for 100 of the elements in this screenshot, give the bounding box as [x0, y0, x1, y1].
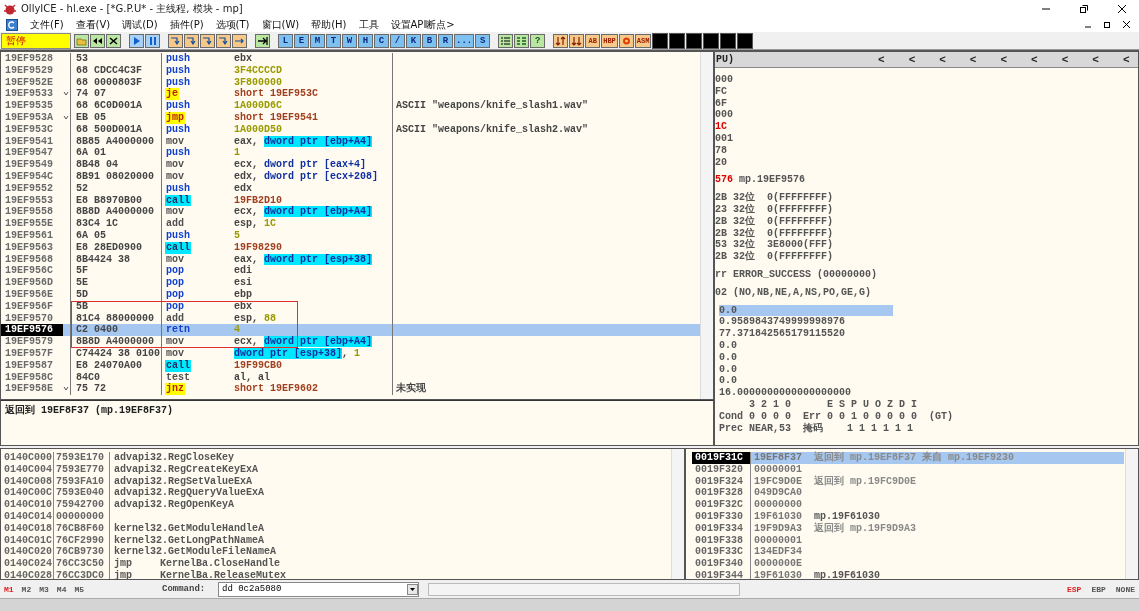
- address-cell[interactable]: 19EF9552: [1, 182, 63, 195]
- register-line[interactable]: Cond 0 0 0 0 Err 0 0 1 0 0 0 0 0 (GT): [719, 410, 958, 423]
- address-cell[interactable]: 19EF956C: [1, 265, 63, 278]
- address-cell[interactable]: 0019F31C: [692, 452, 750, 464]
- view-button[interactable]: /: [390, 33, 405, 48]
- register-line[interactable]: 23 32位 0(FFFFFFFF): [715, 203, 838, 216]
- scroll-left-button[interactable]: <: [874, 53, 889, 66]
- rewind-icon[interactable]: [90, 33, 105, 48]
- menu-item[interactable]: 设置API断点>: [390, 17, 455, 32]
- address-cell[interactable]: 19EF9553: [1, 194, 63, 207]
- address-cell[interactable]: 0019F320: [692, 463, 750, 476]
- address-cell[interactable]: 19EF9541: [1, 135, 63, 148]
- address-cell[interactable]: 19EF9558: [1, 206, 63, 219]
- register-button[interactable]: EBP: [1089, 584, 1108, 594]
- register-line[interactable]: 0.0: [719, 339, 741, 352]
- address-cell[interactable]: 0019F33C: [692, 546, 750, 559]
- address-cell[interactable]: 0140C000: [1, 452, 53, 464]
- address-cell[interactable]: 0019F338: [692, 534, 750, 547]
- register-line[interactable]: 53 32位 3E8000(FFF): [715, 239, 838, 252]
- register-line[interactable]: 0.0: [719, 351, 741, 364]
- play-icon[interactable]: [129, 33, 144, 48]
- address-cell[interactable]: 19EF952E: [1, 76, 63, 89]
- address-cell[interactable]: 19EF954C: [1, 170, 63, 183]
- restore-icon[interactable]: [1079, 3, 1089, 14]
- view-button[interactable]: C: [374, 33, 389, 48]
- register-line[interactable]: 001: [715, 133, 737, 145]
- view-button[interactable]: K: [406, 33, 421, 48]
- view-button[interactable]: W: [342, 33, 357, 48]
- register-line[interactable]: 6F: [715, 97, 731, 110]
- address-cell[interactable]: 0019F328: [692, 487, 750, 500]
- view-button[interactable]: S: [475, 33, 491, 48]
- address-cell[interactable]: 0019F334: [692, 522, 750, 535]
- address-cell[interactable]: 19EF956E: [1, 288, 63, 301]
- close-icon[interactable]: [106, 33, 121, 48]
- address-cell[interactable]: 0140C028: [1, 569, 53, 579]
- step-arrow-icon[interactable]: [168, 33, 183, 48]
- register-line[interactable]: 1C: [715, 121, 731, 133]
- register-line[interactable]: 2B 32位 0(FFFFFFFF): [715, 227, 838, 240]
- register-line[interactable]: 000: [715, 109, 737, 122]
- view-button[interactable]: M: [310, 33, 325, 48]
- address-cell[interactable]: 19EF958C: [1, 371, 63, 384]
- address-cell[interactable]: 0019F340: [692, 558, 750, 570]
- register-line[interactable]: 78: [715, 144, 731, 157]
- view-button[interactable]: H: [358, 33, 373, 48]
- address-cell[interactable]: 0140C00C: [1, 487, 53, 500]
- address-cell[interactable]: 0019F344: [692, 569, 750, 579]
- register-line[interactable]: 2B 32位 0(FFFFFFFF): [715, 192, 838, 204]
- register-line[interactable]: FC: [715, 85, 731, 98]
- address-cell[interactable]: 0140C004: [1, 463, 53, 476]
- register-line[interactable]: 20: [715, 156, 731, 169]
- view-button[interactable]: T: [326, 33, 341, 48]
- restore-icon[interactable]: [1103, 20, 1112, 29]
- scroll-left-button[interactable]: <: [904, 53, 920, 66]
- menu-item[interactable]: 选项(T): [215, 17, 250, 32]
- address-cell[interactable]: 19EF9561: [1, 229, 63, 242]
- address-cell[interactable]: 19EF9535: [1, 100, 63, 112]
- address-cell[interactable]: 19EF9529: [1, 64, 63, 77]
- register-line[interactable]: 02 (NO,NB,NE,A,NS,PO,GE,G): [715, 286, 876, 299]
- close-icon[interactable]: [1117, 3, 1127, 14]
- memory-tab[interactable]: M5: [72, 584, 87, 594]
- scroll-left-button[interactable]: <: [1088, 53, 1103, 66]
- menu-item[interactable]: 窗口(W): [261, 17, 300, 32]
- register-line[interactable]: rr ERROR_SUCCESS (00000000): [715, 268, 882, 281]
- address-cell[interactable]: 19EF9528: [1, 53, 63, 65]
- sort-arrows-icon[interactable]: [553, 33, 569, 48]
- address-cell[interactable]: 19EF9587: [1, 359, 63, 372]
- scrollbar[interactable]: [700, 52, 713, 399]
- memory-tab[interactable]: M3: [37, 584, 51, 594]
- menu-item[interactable]: 插件(P): [169, 17, 204, 32]
- address-cell[interactable]: 0140C01C: [1, 534, 53, 547]
- command-combobox[interactable]: dd 0c2a5080: [218, 581, 419, 597]
- register-line[interactable]: 0.0: [719, 375, 741, 388]
- register-line[interactable]: 2B 32位 0(FFFFFFFF): [715, 215, 838, 228]
- address-cell[interactable]: 19EF956F: [1, 300, 63, 313]
- register-button[interactable]: NONE: [1113, 584, 1137, 594]
- register-line[interactable]: 3 2 1 0 E S P U O Z D I: [719, 398, 922, 411]
- address-cell[interactable]: 0140C018: [1, 522, 53, 535]
- menu-item[interactable]: 帮助(H): [311, 17, 347, 32]
- address-cell[interactable]: 19EF956D: [1, 277, 63, 289]
- address-cell[interactable]: 0140C010: [1, 499, 53, 511]
- address-cell[interactable]: 19EF955E: [1, 218, 63, 230]
- address-cell[interactable]: 0019F324: [692, 475, 750, 488]
- menu-item[interactable]: 查看(V): [75, 17, 111, 32]
- address-cell[interactable]: 19EF953C: [1, 123, 63, 136]
- register-button[interactable]: ESP: [1065, 584, 1084, 594]
- address-cell[interactable]: 0140C014: [1, 511, 53, 523]
- menu-item[interactable]: 工具: [358, 17, 379, 32]
- step-arrow-icon[interactable]: [184, 33, 199, 48]
- address-cell[interactable]: 0140C024: [1, 558, 53, 570]
- address-cell[interactable]: 19EF958E: [1, 383, 63, 396]
- grid-icon[interactable]: [514, 33, 530, 48]
- register-line[interactable]: 77.371842565179115520: [719, 328, 850, 340]
- register-line[interactable]: 2B 32位 0(FFFFFFFF): [715, 251, 838, 263]
- folder-icon[interactable]: [74, 33, 89, 48]
- menu-item[interactable]: 文件(F): [30, 17, 64, 32]
- address-cell[interactable]: 0140C020: [1, 546, 53, 559]
- register-line[interactable]: 0.9589843749999998976: [719, 316, 850, 329]
- help-button[interactable]: ?: [530, 33, 546, 48]
- address-cell[interactable]: 0140C008: [1, 475, 53, 488]
- view-button[interactable]: L: [278, 33, 293, 48]
